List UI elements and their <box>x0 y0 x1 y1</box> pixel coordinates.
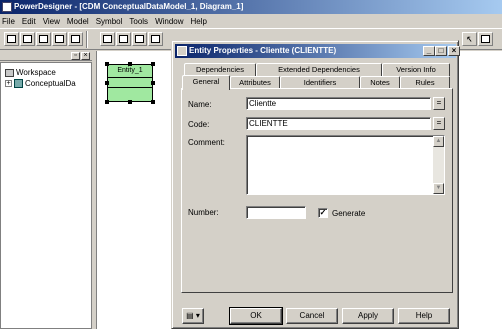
resize-handle[interactable] <box>151 62 155 66</box>
browser-header: ▫ × <box>0 51 92 61</box>
pointer-icon: ↖ <box>465 34 473 44</box>
window-icon <box>151 35 160 43</box>
tree-item-label: ConceptualDa <box>25 79 76 88</box>
generate-label: Generate <box>332 209 366 218</box>
toolbar-button-3[interactable] <box>36 32 51 46</box>
menu-symbol[interactable]: Symbol <box>96 17 123 26</box>
zoom-icon <box>481 35 490 43</box>
browser-restore-button[interactable]: ▫ <box>71 52 80 60</box>
dialog-title: Entity Properties - Clientte (CLIENTTE) <box>189 46 337 55</box>
resize-handle[interactable] <box>105 62 109 66</box>
apply-button[interactable]: Apply <box>342 308 394 324</box>
tab-extended-dependencies[interactable]: Extended Dependencies <box>256 63 382 76</box>
tab-version-info[interactable]: Version Info <box>382 63 450 76</box>
menu-tools[interactable]: Tools <box>129 17 148 26</box>
scroll-up-icon[interactable]: ▲ <box>433 136 444 147</box>
menu-view[interactable]: View <box>43 17 60 26</box>
app-title-bar: PowerDesigner - [CDM ConceptualDataModel… <box>0 0 502 14</box>
name-equals-button[interactable]: = <box>433 97 445 110</box>
window-icon <box>135 35 144 43</box>
toolbar-button-2[interactable] <box>20 32 35 46</box>
entity-symbol[interactable]: Entity_1 <box>107 64 153 102</box>
code-label: Code: <box>188 120 210 129</box>
code-field[interactable]: CLIENTTE <box>246 117 431 130</box>
menu-help[interactable]: Help <box>191 17 207 26</box>
menu-icon: ▤ ▾ <box>186 311 200 320</box>
tree-item-label: Workspace <box>16 68 56 77</box>
resize-handle[interactable] <box>128 62 132 66</box>
table-icon <box>55 35 64 43</box>
menu-bar: File Edit View Model Symbol Tools Window… <box>0 14 502 28</box>
toolbar-separator <box>86 31 88 48</box>
comment-textarea[interactable]: ▲ ▼ <box>246 135 445 195</box>
toolbar-button-6[interactable] <box>100 32 115 46</box>
toolbar-button-4[interactable] <box>52 32 67 46</box>
menu-edit[interactable]: Edit <box>22 17 36 26</box>
comment-label: Comment: <box>188 138 225 147</box>
object-browser: Workspace + ConceptualDa <box>0 62 92 329</box>
number-label: Number: <box>188 208 219 217</box>
panel-icon <box>103 35 112 43</box>
window-icon <box>71 35 80 43</box>
maximize-button[interactable]: □ <box>435 46 447 56</box>
tree-item-workspace[interactable]: Workspace <box>5 68 56 77</box>
table-icon <box>39 35 48 43</box>
menu-window[interactable]: Window <box>155 17 183 26</box>
tree-item-model[interactable]: + ConceptualDa <box>5 79 76 88</box>
comment-scrollbar[interactable]: ▲ ▼ <box>433 136 444 194</box>
app-title: PowerDesigner - [CDM ConceptualDataModel… <box>14 2 244 11</box>
number-field[interactable] <box>246 206 306 219</box>
table-icon <box>23 35 32 43</box>
entity-properties-dialog: Entity Properties - Clientte (CLIENTTE) … <box>171 40 460 329</box>
browser-close-button[interactable]: × <box>81 52 90 60</box>
pointer-tool-button[interactable]: ↖ <box>462 32 477 46</box>
name-label: Name: <box>188 100 212 109</box>
name-field[interactable]: Clientte <box>246 97 431 110</box>
toolbar-button-1[interactable] <box>4 32 19 46</box>
scroll-down-icon[interactable]: ▼ <box>433 183 444 194</box>
ok-button[interactable]: OK <box>229 307 283 325</box>
entity-name: Entity_1 <box>108 65 152 78</box>
minimize-button[interactable]: _ <box>423 46 435 56</box>
menu-file[interactable]: File <box>2 17 15 26</box>
resize-handle[interactable] <box>105 100 109 104</box>
dialog-title-bar: Entity Properties - Clientte (CLIENTTE) … <box>175 44 460 58</box>
entity-attributes-section <box>108 78 152 88</box>
code-equals-button[interactable]: = <box>433 117 445 130</box>
menu-model[interactable]: Model <box>67 17 89 26</box>
resize-handle[interactable] <box>105 81 109 85</box>
resize-handle[interactable] <box>128 100 132 104</box>
zoom-tool-button[interactable] <box>478 32 493 46</box>
app-icon[interactable] <box>2 2 12 12</box>
help-button[interactable]: Help <box>398 308 450 324</box>
property-sheet-menu-button[interactable]: ▤ ▾ <box>182 308 204 324</box>
expand-icon[interactable]: + <box>5 80 12 87</box>
grid-icon <box>7 35 16 43</box>
workspace-icon <box>5 68 14 77</box>
toolbar-button-5[interactable] <box>68 32 83 46</box>
model-icon <box>14 79 23 88</box>
toolbar-button-8[interactable] <box>132 32 147 46</box>
window-icon <box>119 35 128 43</box>
toolbar-button-7[interactable] <box>116 32 131 46</box>
dialog-icon <box>177 46 187 56</box>
resize-handle[interactable] <box>151 100 155 104</box>
tab-general[interactable]: General <box>182 75 230 90</box>
cancel-button[interactable]: Cancel <box>286 308 338 324</box>
close-button[interactable]: × <box>448 46 460 56</box>
toolbar-button-9[interactable] <box>148 32 163 46</box>
generate-checkbox[interactable]: ✓ <box>318 208 328 218</box>
resize-handle[interactable] <box>151 81 155 85</box>
